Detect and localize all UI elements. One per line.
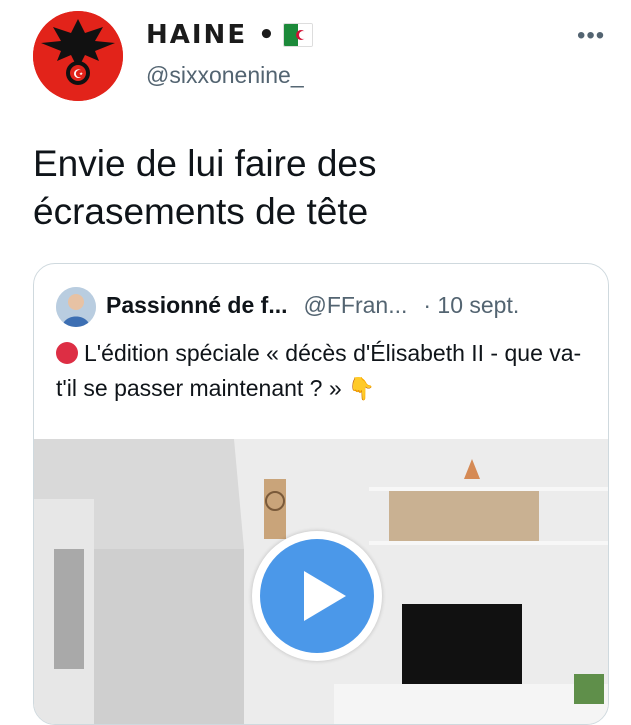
play-icon xyxy=(304,571,346,621)
user-handle[interactable]: @sixxonenine_ xyxy=(146,62,304,89)
display-name-text: HAINE • xyxy=(146,20,277,50)
eagle-emblem-icon: ☪ xyxy=(33,11,123,101)
person-icon xyxy=(56,287,96,327)
tweet-text: Envie de lui faire des écrasements de tê… xyxy=(33,143,377,232)
more-options-icon[interactable]: ••• xyxy=(577,22,605,50)
quoted-tweet-card[interactable]: Passionné de f... @FFran... · 10 sept. L… xyxy=(33,263,609,725)
quoted-text: L'édition spéciale « décès d'Élisabeth I… xyxy=(56,340,582,401)
quoted-handle[interactable]: @FFran... xyxy=(304,292,408,319)
red-circle-icon xyxy=(56,342,78,364)
display-name[interactable]: HAINE • xyxy=(146,20,313,50)
quoted-header: Passionné de f... @FFran... · 10 sept. xyxy=(106,292,519,319)
svg-text:☪: ☪ xyxy=(73,67,84,81)
algeria-flag-icon xyxy=(282,23,313,47)
play-button-inner xyxy=(260,539,374,653)
pointing-down-hand-icon: 👇 xyxy=(347,376,376,401)
quoted-name[interactable]: Passionné de f... xyxy=(106,292,288,319)
quoted-date[interactable]: · 10 sept. xyxy=(423,292,519,319)
avatar[interactable]: ☪ xyxy=(33,11,123,101)
quoted-text-block: L'édition spéciale « décès d'Élisabeth I… xyxy=(56,336,596,406)
video-thumbnail[interactable] xyxy=(34,439,608,724)
quoted-avatar[interactable] xyxy=(56,287,96,327)
play-button[interactable] xyxy=(252,531,382,661)
